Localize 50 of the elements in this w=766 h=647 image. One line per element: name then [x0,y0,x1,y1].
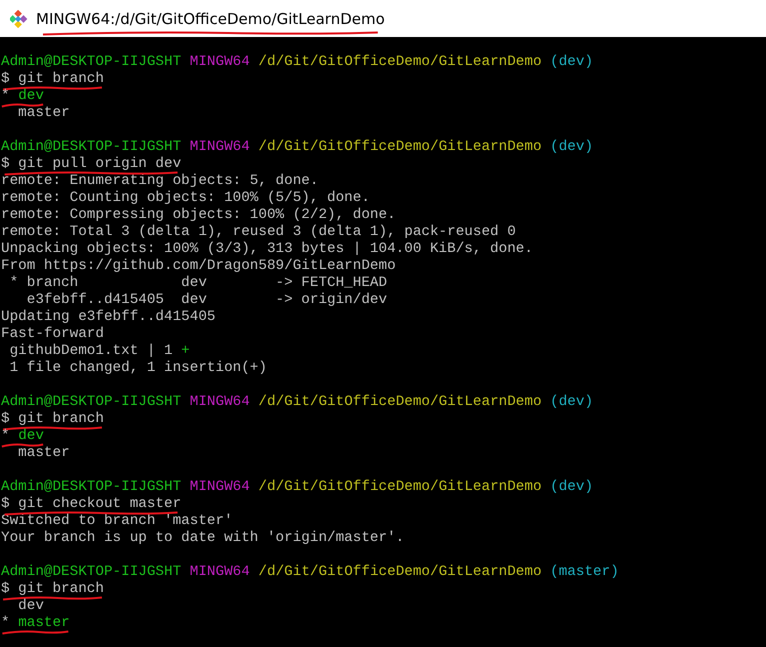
output-line: githubDemo1.txt | 1 + [8,343,190,359]
prompt-branch: (dev) [550,139,594,155]
prompt-user-host: Admin@DESKTOP-IIJGSHT [1,394,182,410]
prompt-user-host: Admin@DESKTOP-IIJGSHT [1,54,182,70]
prompt-system: MINGW64 [190,479,250,495]
prompt-system: MINGW64 [190,394,250,410]
output-line: Updating e3febff..d415405 [1,309,216,325]
output-line: From https://github.com/Dragon589/GitLearnDemo [1,258,396,274]
branch-name: dev [18,598,44,614]
command-line: $ git branch [1,581,104,597]
prompt-branch: (dev) [550,394,594,410]
prompt-system: MINGW64 [190,139,250,155]
prompt-branch: (dev) [550,54,594,70]
branch-name: master [18,615,70,631]
branch-name: dev [18,88,44,104]
prompt-path: /d/Git/GitOfficeDemo/GitLearnDemo [258,139,542,155]
current-branch-marker: * [1,88,10,104]
current-branch-marker: * [1,615,10,631]
output-line: 1 file changed, 1 insertion(+) [8,360,267,376]
prompt-path: /d/Git/GitOfficeDemo/GitLearnDemo [258,394,542,410]
command-line: $ git checkout master [1,496,182,512]
output-line: Fast-forward [1,326,104,342]
prompt-path: /d/Git/GitOfficeDemo/GitLearnDemo [258,54,542,70]
prompt-branch: (dev) [550,479,594,495]
prompt-user-host: Admin@DESKTOP-IIJGSHT [1,139,182,155]
command-line: $ git branch [1,71,104,87]
prompt-branch: (master) [550,564,619,580]
prompt-user-host: Admin@DESKTOP-IIJGSHT [1,479,182,495]
prompt-path: /d/Git/GitOfficeDemo/GitLearnDemo [258,479,542,495]
output-line: remote: Enumerating objects: 5, done. [1,173,318,189]
branch-name: master [18,105,70,121]
window-title: MINGW64:/d/Git/GitOfficeDemo/GitLearnDemo [36,10,385,28]
output-line: remote: Compressing objects: 100% (2/2), done. [1,207,396,223]
output-line: remote: Counting objects: 100% (5/5), done. [1,190,370,206]
branch-name: dev [18,428,44,444]
prompt-system: MINGW64 [190,564,250,580]
prompt-system: MINGW64 [190,54,250,70]
current-branch-marker: * [1,428,10,444]
output-line: e3febff..d415405 dev -> origin/dev [26,292,388,308]
branch-name: master [18,445,70,461]
command-line: $ git branch [1,411,104,427]
output-line: Your branch is up to date with 'origin/master'. [1,530,404,546]
output-line: remote: Total 3 (delta 1), reused 3 (delta 1), pack-reused 0 [1,224,516,240]
output-line: Unpacking objects: 100% (3/3), 313 bytes | 104.00 KiB/s, done. [1,241,533,257]
prompt-path: /d/Git/GitOfficeDemo/GitLearnDemo [258,564,542,580]
prompt-user-host: Admin@DESKTOP-IIJGSHT [1,564,182,580]
output-line: Switched to branch 'master' [1,513,233,529]
output-line: * branch dev -> FETCH_HEAD [8,275,388,291]
diamond-logo-icon [10,10,28,28]
command-line: $ git pull origin dev [1,156,182,172]
